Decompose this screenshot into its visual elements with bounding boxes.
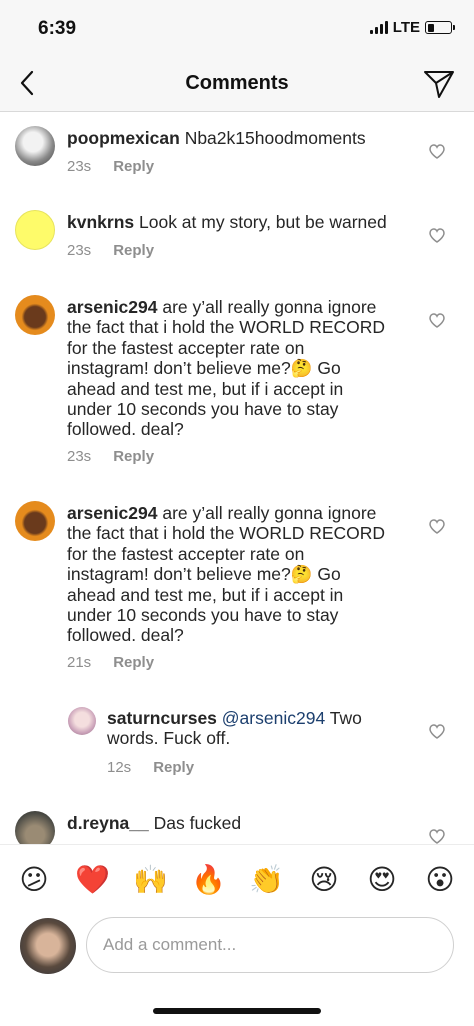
comment-line: ahead and test me, but if i accept in	[67, 378, 344, 399]
emoji-crying-button[interactable]: 😢	[307, 864, 341, 896]
comment-body: Look at my story, but be warned	[139, 212, 387, 232]
avatar[interactable]	[68, 707, 96, 735]
like-heart-icon[interactable]	[429, 519, 445, 534]
status-indicators: LTE	[369, 19, 455, 36]
paper-plane-icon	[424, 71, 454, 98]
like-heart-icon[interactable]	[429, 144, 445, 159]
comment-meta: 23s Reply	[67, 158, 154, 175]
comment-input[interactable]	[86, 917, 454, 973]
status-time: 6:39	[38, 18, 77, 39]
reply-button[interactable]: Reply	[113, 448, 154, 465]
direct-message-button[interactable]	[422, 68, 456, 100]
comment-line: followed. deal?	[67, 625, 184, 646]
page-title: Comments	[185, 72, 289, 94]
emoji-fire-button[interactable]: 🔥	[191, 864, 226, 896]
comment-line: followed. deal?	[67, 419, 184, 440]
comment-text: saturncurses @arsenic294 Two words. Fuck…	[107, 708, 427, 749]
comment-username[interactable]: kvnkrns	[67, 212, 134, 232]
comment-line: Two	[329, 708, 362, 728]
avatar[interactable]	[15, 501, 55, 541]
signal-icon	[369, 21, 388, 34]
comment-text: arsenic294 are y’all really gonna ignore…	[67, 297, 437, 440]
comment-time: 23s	[67, 242, 92, 259]
reply-button[interactable]: Reply	[113, 158, 154, 175]
comment-username[interactable]: arsenic294	[67, 297, 158, 317]
like-heart-icon[interactable]	[429, 313, 445, 328]
comment-username[interactable]: arsenic294	[67, 503, 158, 523]
comment-line: ahead and test me, but if i accept in	[67, 584, 344, 605]
navigation-bar: Comments	[0, 56, 474, 112]
emoji-quick-bar: 😕 ❤️ 🙌 🔥 👏 😢 😍 😮	[0, 856, 474, 904]
emoji-heart-button[interactable]: ❤️	[75, 864, 110, 896]
comment-item: d.reyna__ Das fucked	[0, 811, 474, 845]
comment-username[interactable]: saturncurses	[107, 708, 217, 728]
reply-button[interactable]: Reply	[113, 654, 154, 671]
comment-line: are y’all really gonna ignore	[162, 503, 377, 523]
reply-button[interactable]: Reply	[153, 759, 194, 776]
avatar[interactable]	[15, 295, 55, 335]
comment-time: 21s	[67, 654, 92, 671]
comment-username[interactable]: d.reyna__	[67, 813, 149, 833]
emoji-clap-button[interactable]: 👏	[249, 864, 284, 896]
comment-time: 12s	[107, 759, 132, 776]
comment-line: under 10 seconds you have to stay	[67, 399, 339, 420]
comment-line: the fact that i hold the WORLD RECORD	[67, 317, 386, 338]
mention-link[interactable]: @arsenic294	[222, 708, 325, 728]
comment-meta: 21s Reply	[67, 654, 154, 671]
comment-meta: 23s Reply	[67, 242, 154, 259]
current-user-avatar	[20, 918, 76, 974]
emoji-surprised-button[interactable]: 😮	[423, 864, 457, 896]
emoji-heart-eyes-button[interactable]: 😍	[365, 864, 399, 896]
comment-body: Das fucked	[153, 813, 242, 833]
comment-line: for the fastest accepter rate on	[67, 337, 305, 358]
like-heart-icon[interactable]	[429, 829, 445, 844]
divider	[0, 844, 474, 845]
emoji-confused-button[interactable]: 😕	[17, 864, 51, 896]
comment-line: are y’all really gonna ignore	[162, 297, 377, 317]
comment-username[interactable]: poopmexican	[67, 128, 180, 148]
comment-time: 23s	[67, 448, 92, 465]
reply-button[interactable]: Reply	[113, 242, 154, 259]
avatar[interactable]	[15, 210, 55, 250]
comment-text: kvnkrns Look at my story, but be warned	[67, 212, 437, 232]
comment-line: under 10 seconds you have to stay	[67, 605, 339, 626]
comment-text: d.reyna__ Das fucked	[67, 813, 437, 833]
like-heart-icon[interactable]	[429, 724, 445, 739]
comment-line: the fact that i hold the WORLD RECORD	[67, 523, 386, 544]
comment-line: instagram! don’t believe me?🤔 Go	[67, 564, 341, 585]
comment-text: arsenic294 are y’all really gonna ignore…	[67, 503, 437, 646]
avatar[interactable]	[15, 126, 55, 166]
battery-icon	[425, 21, 455, 34]
comment-text: poopmexican Nba2k15hoodmoments	[67, 128, 437, 148]
home-indicator[interactable]	[153, 1008, 321, 1014]
status-bar: 6:39 LTE	[0, 0, 474, 56]
avatar[interactable]	[15, 811, 55, 845]
like-heart-icon[interactable]	[429, 228, 445, 243]
comment-line: words. Fuck off.	[107, 728, 231, 749]
emoji-raised-hands-button[interactable]: 🙌	[133, 864, 168, 896]
comment-meta: 12s Reply	[107, 759, 194, 776]
comment-line: instagram! don’t believe me?🤔 Go	[67, 358, 341, 379]
comment-meta: 23s Reply	[67, 448, 154, 465]
comment-body: Nba2k15hoodmoments	[184, 128, 366, 148]
comment-time: 23s	[67, 158, 92, 175]
comment-line: for the fastest accepter rate on	[67, 543, 305, 564]
network-label: LTE	[392, 19, 420, 36]
